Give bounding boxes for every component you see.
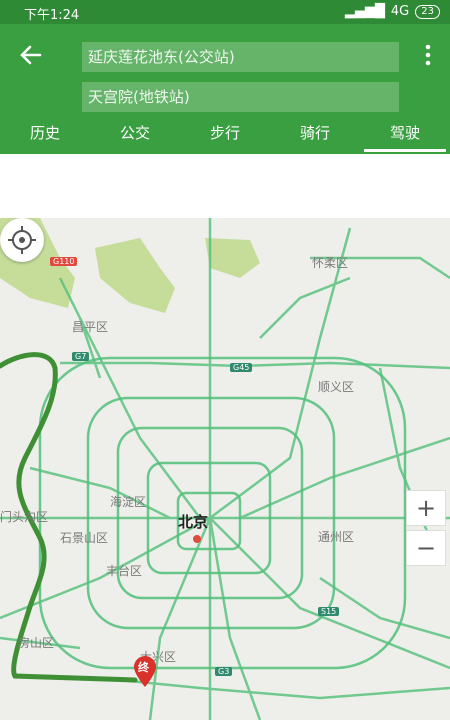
tab-bus[interactable]: 公交 [90,120,180,154]
highway-shield-g3: G3 [215,667,233,676]
signal-icon: ▂▄▆█ [344,4,385,19]
highway-shield-g45: G45 [230,363,253,372]
transport-tabs: 历史 公交 步行 骑行 驾驶 [0,120,450,154]
city-center-icon [193,535,201,543]
city-label: 北京 [178,513,209,531]
back-arrow-icon[interactable] [18,42,44,68]
district-label: 通州区 [318,530,355,544]
status-indicators: ▂▄▆█ 4G 23 [345,4,440,19]
district-label: 石景山区 [60,531,109,545]
map-canvas [0,218,450,720]
my-location-icon[interactable] [0,218,44,262]
destination-input[interactable]: 天宫院(地铁站) [82,82,399,112]
district-label: 房山区 [18,636,55,650]
district-label: 门头沟区 [0,510,49,524]
zoom-out-button[interactable]: − [406,530,446,566]
zoom-in-button[interactable]: + [406,490,446,526]
battery-icon: 23 [415,4,440,19]
battery-level: 23 [421,5,434,17]
district-label: 顺义区 [318,380,355,394]
district-label: 丰台区 [106,564,143,578]
highway-shield-g7: G7 [72,352,90,361]
district-label: 昌平区 [72,320,109,334]
highway-shield-s15: S15 [318,607,340,616]
tab-bike[interactable]: 骑行 [270,120,360,154]
highway-shield-g110: G110 [50,257,78,266]
status-bar: 下午1:24 ▂▄▆█ 4G 23 [0,0,450,24]
district-label: 海淀区 [110,495,147,509]
tab-history[interactable]: 历史 [0,120,90,154]
tab-walk[interactable]: 步行 [180,120,270,154]
route-summary-panel [0,154,450,218]
more-options-icon[interactable] [416,42,440,68]
district-label: 怀柔区 [312,256,349,270]
end-marker-label: 终 [138,661,149,674]
origin-input[interactable]: 延庆莲花池东(公交站) [82,42,399,72]
status-time: 下午1:24 [24,8,80,23]
map-view[interactable]: G110 G7 G45 S15 G3 怀柔区 昌平区 顺义区 海淀区 石景山区 … [0,218,450,720]
route-header: 延庆莲花池东(公交站) 天宫院(地铁站) 历史 公交 步行 骑行 驾驶 [0,24,450,154]
tab-drive[interactable]: 驾驶 [360,120,450,154]
network-type: 4G [390,4,410,19]
